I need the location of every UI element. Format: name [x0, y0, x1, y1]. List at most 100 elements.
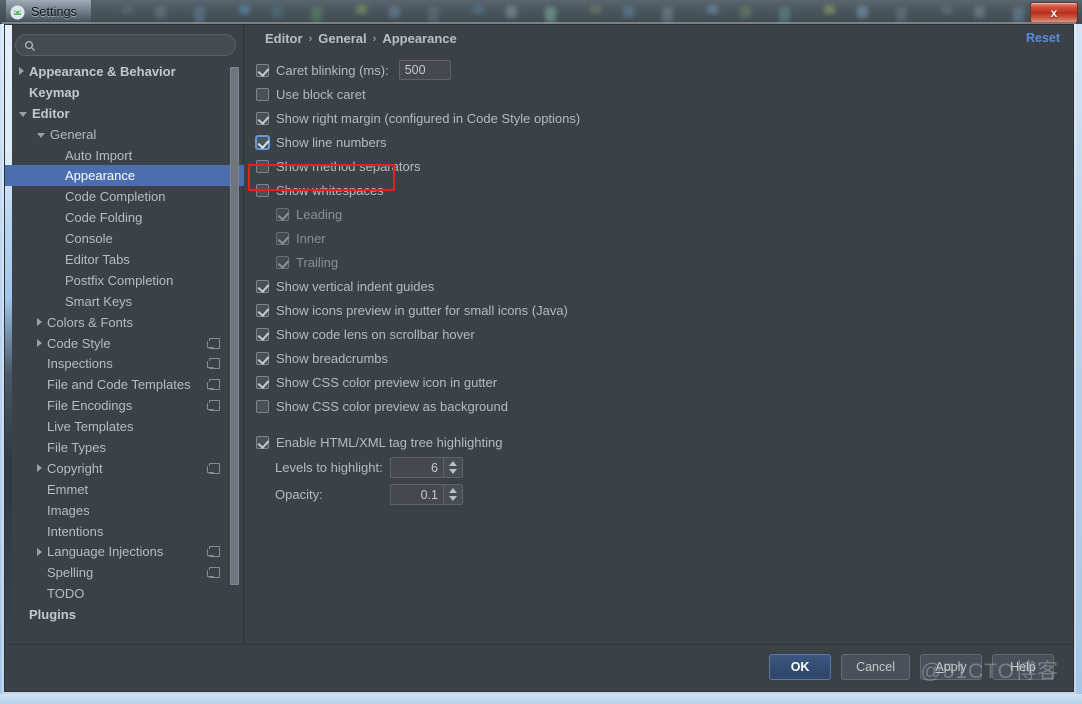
option-row-whitespace-leading[interactable]: Leading	[244, 202, 1073, 226]
cancel-button[interactable]: Cancel	[841, 654, 910, 680]
sidebar-item-auto-import[interactable]: Auto Import	[5, 145, 244, 166]
option-row-show-method-separators[interactable]: Show method separators	[244, 154, 1073, 178]
sidebar-item-appearance-behavior[interactable]: Appearance & Behavior	[5, 61, 244, 82]
option-row-whitespace-inner[interactable]: Inner	[244, 226, 1073, 250]
option-row-show-breadcrumbs[interactable]: Show breadcrumbs	[244, 346, 1073, 370]
search-input[interactable]	[15, 34, 236, 56]
sidebar-item-label: Intentions	[47, 523, 104, 539]
option-label: Enable HTML/XML tag tree highlighting	[276, 434, 503, 450]
checkbox-whitespace-leading[interactable]	[276, 207, 289, 221]
checkbox-whitespace-trailing[interactable]	[276, 255, 289, 269]
sidebar-item-language-injections[interactable]: Language Injections	[5, 541, 244, 562]
levels-spinner-input[interactable]	[391, 458, 443, 477]
sidebar-item-todo[interactable]: TODO	[5, 583, 244, 604]
sidebar-item-code-completion[interactable]: Code Completion	[5, 186, 244, 207]
checkbox-enable-html-xml-tag-tree-highlighting[interactable]	[256, 435, 269, 449]
sidebar-item-appearance[interactable]: Appearance	[5, 165, 244, 187]
input-caret-blinking[interactable]	[398, 60, 451, 80]
apply-button[interactable]: Apply	[920, 654, 982, 680]
titlebar-blurred-background	[0, 0, 1082, 24]
sidebar-item-intentions[interactable]: Intentions	[5, 521, 244, 542]
sidebar-item-code-folding[interactable]: Code Folding	[5, 207, 244, 228]
settings-tree[interactable]: Appearance & Behavior Keymap Editor General…	[5, 61, 244, 646]
option-label: Leading	[296, 206, 343, 222]
option-row-whitespace-trailing[interactable]: Trailing	[244, 250, 1073, 274]
checkbox-show-css-color-background[interactable]	[256, 399, 269, 413]
sidebar-item-colors-fonts[interactable]: Colors & Fonts	[5, 312, 244, 333]
chevron-right-icon[interactable]	[37, 339, 42, 348]
sidebar-scrollbar-thumb[interactable]	[230, 67, 239, 585]
sidebar-item-label: Auto Import	[65, 147, 133, 163]
option-label: Inner	[296, 230, 326, 246]
spinner-down-icon[interactable]	[449, 469, 457, 474]
option-row-show-css-color-icon[interactable]: Show CSS color preview icon in gutter	[244, 370, 1073, 394]
option-row-show-css-color-background[interactable]: Show CSS color preview as background	[244, 394, 1073, 418]
sidebar-item-plugins[interactable]: Plugins	[5, 604, 244, 625]
sidebar-item-code-style[interactable]: Code Style	[5, 333, 244, 354]
option-row-show-code-lens[interactable]: Show code lens on scrollbar hover	[244, 322, 1073, 346]
reset-link[interactable]: Reset	[1026, 31, 1060, 45]
sidebar-item-editor-tabs[interactable]: Editor Tabs	[5, 249, 244, 270]
checkbox-show-icons-preview-gutter[interactable]	[256, 303, 269, 317]
sidebar-item-images[interactable]: Images	[5, 500, 244, 521]
option-label: Show CSS color preview as background	[276, 398, 508, 414]
levels-spinner-buttons[interactable]	[443, 458, 462, 477]
checkbox-show-css-color-icon[interactable]	[256, 375, 269, 389]
breadcrumb-item[interactable]: General	[318, 31, 366, 46]
close-icon[interactable]: x	[1030, 2, 1078, 23]
option-row-show-icons-preview-gutter[interactable]: Show icons preview in gutter for small i…	[244, 298, 1073, 322]
levels-spinner[interactable]	[390, 457, 463, 478]
opacity-spinner[interactable]	[390, 484, 463, 505]
sidebar-item-file-types[interactable]: File Types	[5, 437, 244, 458]
checkbox-show-line-numbers[interactable]	[256, 135, 269, 149]
sidebar-item-postfix-completion[interactable]: Postfix Completion	[5, 270, 244, 291]
breadcrumb-item[interactable]: Editor	[265, 31, 303, 46]
checkbox-show-vertical-indent-guides[interactable]	[256, 279, 269, 293]
chevron-right-icon[interactable]	[37, 547, 42, 556]
chevron-down-icon[interactable]	[19, 111, 27, 117]
checkbox-show-method-separators[interactable]	[256, 159, 269, 173]
sidebar-item-copyright[interactable]: Copyright	[5, 458, 244, 479]
opacity-spinner-input[interactable]	[391, 485, 443, 504]
opacity-spinner-buttons[interactable]	[443, 485, 462, 504]
sidebar-item-editor[interactable]: Editor	[5, 103, 244, 124]
breadcrumb-separator: ›	[308, 32, 313, 45]
checkbox-show-right-margin[interactable]	[256, 111, 269, 125]
option-row-caret-blinking[interactable]: Caret blinking (ms):	[244, 58, 1073, 82]
sidebar-item-smart-keys[interactable]: Smart Keys	[5, 291, 244, 312]
sidebar-item-file-and-code-templates[interactable]: File and Code Templates	[5, 374, 244, 395]
chevron-down-icon[interactable]	[37, 132, 45, 138]
dialog-button-bar: OK Cancel Apply Help	[769, 654, 1054, 680]
chevron-right-icon[interactable]	[37, 318, 42, 327]
option-row-show-line-numbers[interactable]: Show line numbers	[244, 130, 1073, 154]
checkbox-caret-blinking[interactable]	[256, 63, 269, 77]
option-row-enable-html-xml-tag-tree-highlighting[interactable]: Enable HTML/XML tag tree highlighting	[244, 430, 1073, 454]
search-box[interactable]	[15, 34, 236, 56]
checkbox-show-code-lens[interactable]	[256, 327, 269, 341]
breadcrumb-item[interactable]: Appearance	[382, 31, 456, 46]
sidebar-item-keymap[interactable]: Keymap	[5, 82, 244, 103]
option-row-use-block-caret[interactable]: Use block caret	[244, 82, 1073, 106]
checkbox-show-breadcrumbs[interactable]	[256, 351, 269, 365]
sidebar-item-live-templates[interactable]: Live Templates	[5, 416, 244, 437]
sidebar-item-inspections[interactable]: Inspections	[5, 353, 244, 374]
sidebar-item-emmet[interactable]: Emmet	[5, 479, 244, 500]
chevron-right-icon[interactable]	[37, 464, 42, 473]
spinner-up-icon[interactable]	[449, 461, 457, 466]
spinner-up-icon[interactable]	[449, 488, 457, 493]
option-row-show-vertical-indent-guides[interactable]: Show vertical indent guides	[244, 274, 1073, 298]
checkbox-use-block-caret[interactable]	[256, 87, 269, 101]
chevron-right-icon[interactable]	[19, 67, 24, 76]
ok-button[interactable]: OK	[769, 654, 832, 680]
sidebar-item-file-encodings[interactable]: File Encodings	[5, 395, 244, 416]
help-button[interactable]: Help	[992, 654, 1054, 680]
sidebar-item-console[interactable]: Console	[5, 228, 244, 249]
sidebar-item-spelling[interactable]: Spelling	[5, 562, 244, 583]
sidebar-item-label: Colors & Fonts	[47, 314, 133, 330]
option-row-show-whitespaces[interactable]: Show whitespaces	[244, 178, 1073, 202]
checkbox-whitespace-inner[interactable]	[276, 231, 289, 245]
spinner-down-icon[interactable]	[449, 496, 457, 501]
option-row-show-right-margin[interactable]: Show right margin (configured in Code St…	[244, 106, 1073, 130]
sidebar-item-general[interactable]: General	[5, 124, 244, 145]
checkbox-show-whitespaces[interactable]	[256, 183, 269, 197]
